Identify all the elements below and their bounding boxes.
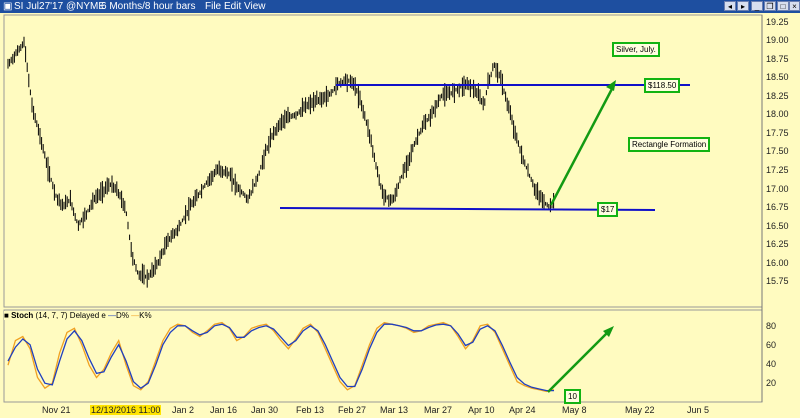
stoch-d-line <box>7 323 554 392</box>
price-bars <box>7 36 555 288</box>
stoch-k-line <box>7 321 555 393</box>
stoch-header: ■ Stoch (14, 7, 7) Delayed e —D% —K% <box>4 311 152 320</box>
price-tick: 17.50 <box>766 146 789 156</box>
date-label: Apr 24 <box>509 405 536 415</box>
price-tick: 17.00 <box>766 184 789 194</box>
annotation-top-price: $118.50 <box>644 78 681 93</box>
price-tick: 16.50 <box>766 221 789 231</box>
stoch-k-swatch-icon: — <box>131 311 140 320</box>
date-label: Apr 10 <box>468 405 495 415</box>
price-tick: 18.25 <box>766 91 789 101</box>
date-label: May 8 <box>562 405 587 415</box>
price-tick: 17.25 <box>766 165 789 175</box>
stoch-k-label: K% <box>139 311 152 320</box>
date-label-highlighted: 12/13/2016 11:00 <box>90 405 162 415</box>
price-tick: 18.75 <box>766 54 789 64</box>
stoch-d-swatch-icon: — <box>108 311 117 320</box>
price-tick: 19.00 <box>766 35 789 45</box>
date-label: Mar 13 <box>380 405 409 415</box>
price-pane-border <box>3 14 763 308</box>
stoch-tick: 40 <box>766 359 777 369</box>
date-label: Nov 21 <box>42 405 71 415</box>
price-tick: 19.25 <box>766 17 789 27</box>
date-label: Jan 16 <box>210 405 238 415</box>
date-label: Jan 2 <box>172 405 195 415</box>
price-arrow-shaft <box>549 84 616 206</box>
annotation-stoch-value: 10 <box>564 389 581 404</box>
price-tick: 15.75 <box>766 276 789 286</box>
stoch-params: (14, 7, 7) Delayed e <box>35 311 106 320</box>
date-label: Jan 30 <box>251 405 279 415</box>
price-tick: 16.75 <box>766 202 789 212</box>
stoch-title: Stoch <box>11 311 34 320</box>
annotation-silver-july: Silver, July. <box>612 42 660 57</box>
date-label: Mar 27 <box>424 405 453 415</box>
chart-svg <box>3 14 763 403</box>
stoch-tick: 80 <box>766 321 777 331</box>
stoch-icon: ■ <box>4 311 9 320</box>
stoch-tick: 20 <box>766 378 777 388</box>
price-tick: 18.50 <box>766 72 789 82</box>
stoch-lines <box>7 321 555 393</box>
date-label: Jun 5 <box>687 405 710 415</box>
stoch-arrow-shaft <box>547 329 611 393</box>
price-tick: 17.75 <box>766 128 789 138</box>
annotation-rectangle-formation: Rectangle Formation <box>628 137 711 152</box>
date-label: May 22 <box>625 405 655 415</box>
date-label: Feb 27 <box>338 405 367 415</box>
annotation-bottom-price: $17 <box>597 202 619 217</box>
stoch-tick: 60 <box>766 340 777 350</box>
stoch-d-label: D% <box>116 311 129 320</box>
date-label: Feb 13 <box>296 405 325 415</box>
price-tick: 16.00 <box>766 258 789 268</box>
price-tick: 16.25 <box>766 239 789 249</box>
price-tick: 18.00 <box>766 109 789 119</box>
